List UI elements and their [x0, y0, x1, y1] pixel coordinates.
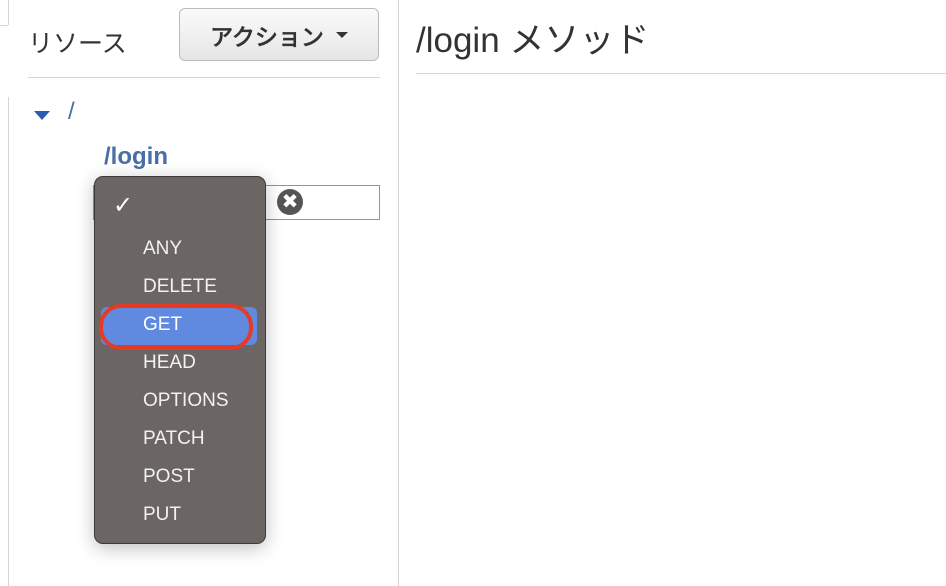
actions-button[interactable]: アクション: [179, 8, 379, 61]
option-delete[interactable]: DELETE: [143, 268, 217, 306]
panel-border: [8, 0, 9, 25]
actions-button-label: アクション: [210, 23, 324, 50]
panel-border: [8, 97, 9, 586]
caret-down-icon: [335, 31, 348, 38]
option-patch[interactable]: PATCH: [143, 420, 205, 458]
clear-icon[interactable]: ✖: [277, 189, 303, 215]
page-title: /login メソッド: [416, 21, 650, 60]
divider: [28, 77, 380, 78]
option-put[interactable]: PUT: [143, 496, 181, 534]
option-any[interactable]: ANY: [143, 230, 182, 268]
checkmark-icon: ✓: [113, 192, 134, 219]
option-head[interactable]: HEAD: [143, 344, 196, 382]
panel-divider: [398, 0, 399, 586]
expand-triangle-icon[interactable]: [34, 111, 50, 120]
resources-title: リソース: [28, 30, 127, 58]
option-get[interactable]: GET: [143, 306, 182, 344]
method-dropdown-menu: ✓ ANY DELETE GET HEAD OPTIONS PATCH POST…: [94, 176, 266, 544]
option-post[interactable]: POST: [143, 458, 195, 496]
tree-node-login[interactable]: /login: [104, 143, 168, 171]
tree-node-root[interactable]: /: [68, 98, 75, 126]
title-divider: [416, 73, 946, 74]
option-options[interactable]: OPTIONS: [143, 382, 229, 420]
panel-border: [0, 25, 8, 26]
